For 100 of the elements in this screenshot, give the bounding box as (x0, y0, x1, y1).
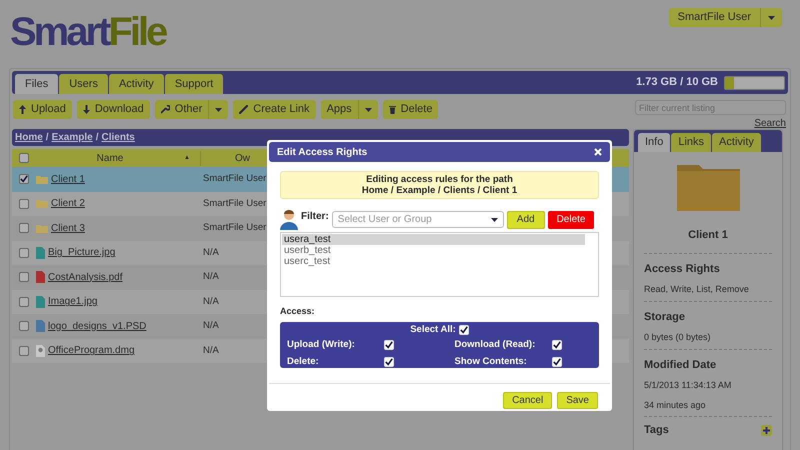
delete-button[interactable]: Delete (548, 210, 594, 228)
checkbox[interactable] (19, 153, 29, 163)
owner-cell: N/A (202, 294, 219, 309)
column-header[interactable]: Ow (235, 152, 250, 164)
section-text: 5/1/2013 11:34:13 AM (644, 379, 732, 392)
permission-label: Upload (Write): (287, 338, 356, 352)
breadcrumb-link[interactable]: Example (52, 130, 93, 145)
checkbox[interactable] (552, 340, 562, 350)
tab[interactable]: Activity (712, 133, 761, 152)
caret-icon (768, 16, 775, 20)
section-text: Read, Write, List, Remove (644, 283, 750, 296)
image-file-icon (36, 246, 45, 259)
access-label: Access: (280, 305, 316, 318)
breadcrumb-separator: / (96, 131, 98, 145)
image-file-icon (36, 296, 45, 308)
section-text: 0 bytes (0 bytes) (644, 331, 712, 344)
breadcrumb-link[interactable]: Clients (102, 130, 135, 145)
toolbar-button[interactable]: Apps (320, 100, 378, 119)
permission-label: Show Contents: (454, 355, 528, 369)
search-link[interactable]: Search (754, 116, 786, 131)
caret-icon (215, 108, 222, 112)
checkbox[interactable] (19, 174, 29, 184)
checkbox[interactable] (19, 321, 29, 332)
file-link[interactable]: CostAnalysis.pdf (48, 270, 122, 285)
notice-text: Editing access rules for the path (366, 174, 513, 185)
upload-icon (19, 105, 26, 114)
user-menu-button[interactable]: SmartFile User (668, 8, 782, 27)
tab[interactable]: Users (59, 74, 108, 94)
tab[interactable]: Activity (108, 74, 164, 94)
link-icon (239, 105, 248, 114)
owner-cell: N/A (202, 270, 219, 284)
checkbox[interactable] (384, 340, 394, 350)
checkbox[interactable] (19, 296, 29, 307)
section-heading: Tags (644, 423, 669, 438)
user-list-item[interactable]: userb_test (282, 245, 585, 256)
user-list-item[interactable]: userc_test (282, 256, 585, 267)
add-button[interactable]: Add (506, 210, 545, 228)
tab[interactable]: Support (164, 74, 224, 94)
wrench-icon (160, 105, 170, 114)
tab[interactable]: Info (638, 133, 670, 152)
checkbox[interactable] (384, 357, 394, 368)
folder-icon (36, 174, 48, 184)
owner-cell: SmartFile User (202, 196, 266, 211)
plus-icon (763, 426, 770, 434)
close-icon[interactable] (594, 148, 602, 156)
cancel-button[interactable]: Cancel (503, 392, 552, 408)
checkbox[interactable] (19, 198, 29, 209)
owner-cell: N/A (202, 319, 219, 334)
checkbox[interactable] (19, 346, 29, 356)
storage-usage: 1.73 GB / 10 GB (636, 75, 718, 90)
section-heading: Storage (644, 310, 686, 324)
user-avatar-icon (280, 209, 298, 230)
user-list-item[interactable]: usera_test (282, 234, 585, 245)
toolbar-button[interactable]: Delete (382, 100, 438, 119)
breadcrumb-link[interactable]: Home (15, 130, 43, 145)
toolbar-button[interactable]: Download (76, 100, 150, 119)
save-button[interactable]: Save (557, 392, 598, 408)
folder-icon (36, 224, 48, 233)
dialog-title: Edit Access Rights (277, 146, 368, 160)
checkbox[interactable] (19, 248, 29, 258)
trash-icon (388, 105, 396, 114)
checkbox[interactable] (458, 324, 469, 335)
item-title: Client 1 (644, 227, 772, 254)
checkbox[interactable] (552, 357, 562, 368)
toolbar-button[interactable]: Create Link (233, 100, 316, 119)
smartfile-logo: SmartFile (10, 9, 166, 56)
file-link[interactable]: Image1.jpg (48, 294, 98, 310)
section-text: 34 minutes ago (644, 398, 707, 412)
folder-icon (36, 199, 48, 208)
owner-cell: N/A (202, 344, 219, 358)
checkbox[interactable] (19, 223, 29, 234)
section-heading: Modified Date (644, 358, 718, 372)
filter-label: Filter: (301, 210, 329, 224)
tab[interactable]: Links (671, 133, 712, 152)
toolbar-button[interactable]: Other (154, 100, 228, 119)
file-link[interactable]: Client 3 (51, 220, 85, 236)
document-icon (36, 320, 45, 332)
add-tag-button[interactable] (761, 424, 772, 436)
file-link[interactable]: logo_designs_v1.PSD (48, 318, 146, 334)
owner-cell: SmartFile User (202, 221, 266, 236)
user-group-select[interactable]: Select User or Group (332, 211, 504, 228)
tab[interactable]: Files (15, 74, 58, 94)
notice-text: Home / Example / Clients / Client 1 (362, 185, 518, 196)
checkbox[interactable] (19, 272, 29, 282)
download-icon (82, 105, 90, 114)
select-all-label: Select All: (410, 322, 456, 336)
permission-label: Download (Read): (454, 338, 536, 352)
breadcrumb-separator: / (46, 131, 49, 145)
file-link[interactable]: Client 2 (51, 196, 85, 212)
section-heading: Access Rights (644, 262, 721, 276)
file-link[interactable]: Big_Picture.jpg (48, 245, 116, 260)
toolbar-button[interactable]: Upload (13, 100, 72, 119)
pdf-file-icon (36, 271, 45, 284)
permission-label: Delete: (287, 355, 320, 369)
caret-icon (364, 108, 372, 112)
file-link[interactable]: Client 1 (51, 172, 85, 187)
file-link[interactable]: OfficeProgram.dmg (48, 343, 135, 358)
column-header[interactable]: Name (36, 150, 184, 166)
owner-cell: SmartFile User (202, 172, 266, 186)
owner-cell: N/A (202, 246, 219, 260)
